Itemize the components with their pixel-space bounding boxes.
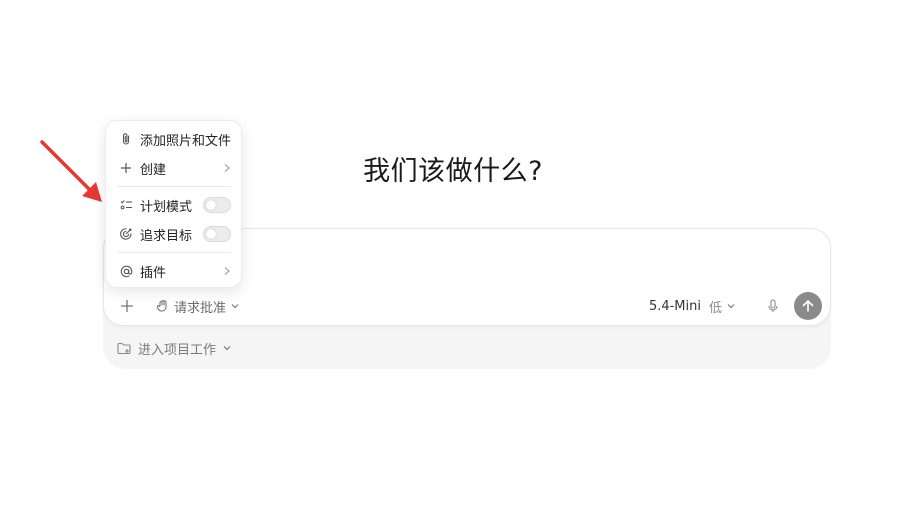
add-button[interactable] (116, 293, 138, 319)
checklist-icon (118, 199, 134, 211)
menu-item-plugins[interactable]: 插件 (106, 258, 243, 284)
folder-add-icon (117, 342, 131, 354)
microphone-icon (768, 299, 778, 312)
menu-divider (118, 252, 231, 253)
approval-label: 请求批准 (174, 300, 227, 316)
model-level: 低 (708, 300, 722, 316)
send-button[interactable] (794, 292, 822, 320)
menu-divider (118, 186, 231, 187)
menu-item-create[interactable]: 创建 (106, 155, 243, 181)
approval-dropdown[interactable]: 请求批准 (152, 293, 244, 319)
plus-icon (121, 300, 133, 312)
hand-icon (156, 299, 167, 312)
chevron-right-icon (224, 267, 230, 275)
pursue-goal-toggle[interactable] (203, 226, 231, 242)
project-label: 进入项目工作 (138, 342, 217, 358)
menu-item-pursue-goal[interactable]: 追求目标 (106, 221, 243, 247)
menu-item-plan-mode[interactable]: 计划模式 (106, 192, 243, 218)
paperclip-icon (118, 132, 134, 146)
plan-mode-toggle[interactable] (203, 197, 231, 213)
chevron-down-icon (231, 304, 239, 309)
chevron-down-icon (727, 304, 735, 309)
plus-icon (118, 162, 134, 174)
page: 我们该做什么? 请求批准 5.4-Mini 低 进入项目工作 添加照片和文件 创… (0, 0, 906, 521)
target-icon (118, 227, 134, 241)
at-icon (118, 265, 134, 278)
project-selector[interactable]: 进入项目工作 (117, 339, 232, 358)
chevron-right-icon (224, 164, 230, 172)
chevron-down-icon (223, 346, 231, 351)
model-name: 5.4-Mini (648, 298, 701, 314)
model-selector[interactable]: 5.4-Mini 低 (645, 293, 740, 319)
mic-button[interactable] (762, 293, 784, 319)
arrow-up-icon (802, 299, 814, 312)
add-menu: 添加照片和文件 创建 计划模式 追求目标 插件 (105, 120, 242, 288)
menu-item-add-files[interactable]: 添加照片和文件 (106, 126, 243, 152)
composer-toolbar: 请求批准 5.4-Mini 低 (104, 291, 830, 321)
